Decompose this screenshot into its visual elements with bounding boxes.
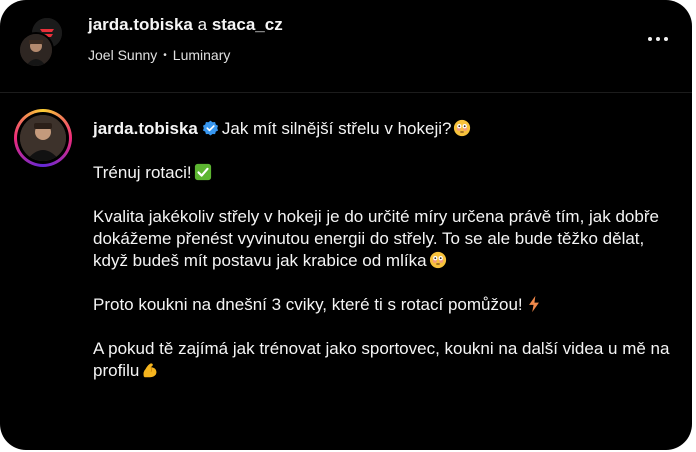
author-avatar[interactable]: [14, 109, 72, 167]
caption-paragraph-4: A pokud tě zajímá jak trénovat jako spor…: [93, 338, 673, 382]
post-header: jarda.tobiska a staca_cz Joel Sunny • Lumi…: [0, 0, 692, 80]
paragraph-1-text: Trénuj rotaci!: [93, 163, 192, 182]
flexed-biceps-emoji: [143, 363, 157, 378]
more-icon-dot: [656, 37, 660, 41]
high-voltage-emoji: [528, 295, 539, 313]
header-divider: [0, 92, 692, 93]
music-artist[interactable]: Joel Sunny: [88, 47, 157, 63]
separator-dot: •: [163, 50, 167, 61]
user1-link[interactable]: jarda.tobiska: [88, 15, 193, 34]
check-mark-button-emoji: [194, 163, 211, 181]
caption-paragraph-2: Kvalita jakékoliv střely v hokeji je do …: [93, 206, 673, 272]
connector-text: a: [197, 15, 208, 34]
flushed-face-emoji: [454, 119, 471, 137]
caption-headline: Jak mít silnější střelu v hokeji?: [221, 119, 452, 138]
author-photo: [20, 115, 66, 161]
collab-avatars[interactable]: [18, 16, 64, 68]
music-track[interactable]: Luminary: [173, 47, 231, 63]
paragraph-3-text: Proto koukni na dnešní 3 cviky, které ti…: [93, 295, 523, 314]
more-options-button[interactable]: [648, 32, 674, 46]
user2-link[interactable]: staca_cz: [212, 15, 283, 34]
more-icon-dot: [648, 37, 652, 41]
jarda-avatar-small[interactable]: [18, 32, 54, 68]
paragraph-4-text: A pokud tě zajímá jak trénovat jako spor…: [93, 339, 670, 380]
avatar-ring-gap: [17, 112, 69, 164]
caption-first-line: jarda.tobiska Jak mít silnější střelu v h…: [93, 118, 673, 140]
more-icon-dot: [664, 37, 668, 41]
author-username[interactable]: jarda.tobiska: [93, 119, 198, 138]
caption-paragraph-3: Proto koukni na dnešní 3 cviky, které ti…: [93, 294, 673, 316]
verified-badge-icon: [202, 120, 218, 136]
flushed-face-emoji: [429, 251, 446, 269]
audio-info[interactable]: Joel Sunny • Luminary: [88, 47, 230, 63]
post-caption: jarda.tobiska Jak mít silnější střelu v h…: [93, 118, 673, 404]
post-card: jarda.tobiska a staca_cz Joel Sunny • Lumi…: [0, 0, 692, 450]
paragraph-2-text: Kvalita jakékoliv střely v hokeji je do …: [93, 207, 659, 270]
collab-names: jarda.tobiska a staca_cz: [88, 15, 283, 35]
caption-paragraph-1: Trénuj rotaci!: [93, 162, 673, 184]
